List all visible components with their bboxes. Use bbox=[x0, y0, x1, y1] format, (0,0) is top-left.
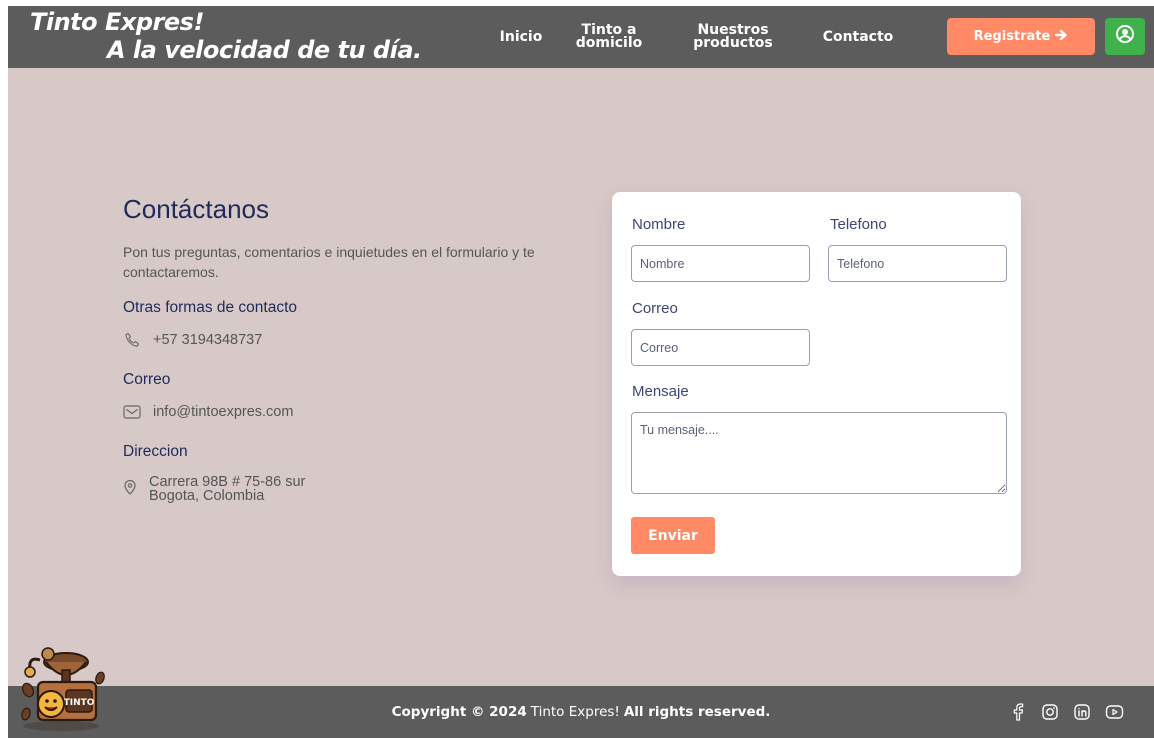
contact-info: Contáctanos Pon tus preguntas, comentari… bbox=[123, 194, 543, 503]
phone-number: +57 3194348737 bbox=[153, 332, 263, 348]
email-address: info@tintoexpres.com bbox=[153, 404, 294, 420]
address-line: Bogota, Colombia bbox=[149, 488, 265, 504]
nav-item-label: productos bbox=[693, 35, 773, 51]
youtube-icon[interactable] bbox=[1104, 702, 1124, 722]
facebook-icon[interactable] bbox=[1008, 702, 1028, 722]
phone-input[interactable] bbox=[828, 245, 1007, 282]
nav-item-label: Contacto bbox=[822, 28, 894, 45]
email-heading: Correo bbox=[123, 371, 171, 388]
submit-button[interactable]: Enviar bbox=[631, 517, 715, 554]
message-label: Mensaje bbox=[632, 383, 689, 400]
nav-item-contacto[interactable]: Contacto bbox=[816, 6, 900, 68]
address-heading: Direccion bbox=[123, 443, 188, 460]
name-label: Nombre bbox=[632, 216, 686, 233]
map-pin-icon bbox=[123, 475, 137, 503]
email-input[interactable] bbox=[631, 329, 810, 366]
user-account-button[interactable] bbox=[1105, 18, 1145, 55]
nav-item-nuestros-productos[interactable]: Nuestros productos bbox=[690, 6, 776, 68]
register-label: Registrate bbox=[973, 29, 1051, 44]
linkedin-icon[interactable] bbox=[1072, 702, 1092, 722]
mascot-label: TINTO bbox=[64, 698, 95, 708]
email-label: Correo bbox=[632, 300, 678, 317]
arrow-right-icon bbox=[1055, 29, 1068, 45]
copyright-text: Copyright © 2024 Tinto Expres! All right… bbox=[8, 686, 1154, 738]
nav-item-inicio[interactable]: Inicio bbox=[495, 6, 547, 68]
instagram-icon[interactable] bbox=[1040, 702, 1060, 722]
address-line: Carrera 98B # 75-86 sur bbox=[149, 474, 306, 490]
contact-description: Pon tus preguntas, comentarios e inquiet… bbox=[123, 244, 535, 280]
message-textarea[interactable] bbox=[631, 412, 1007, 494]
page: Tinto Expres! A la velocidad de tu día. … bbox=[8, 6, 1154, 738]
copyright-brand: Tinto Expres! bbox=[530, 704, 620, 720]
address-text: Carrera 98B # 75-86 sur Bogota, Colombia bbox=[149, 474, 306, 504]
mascot-logo: TINTO bbox=[16, 640, 106, 732]
phone-label: Telefono bbox=[830, 216, 887, 233]
page-title: Contáctanos bbox=[123, 194, 269, 224]
address-row: Carrera 98B # 75-86 sur Bogota, Colombia bbox=[123, 475, 543, 503]
mail-icon bbox=[123, 403, 141, 421]
phone-icon bbox=[123, 331, 141, 349]
nav-item-label: Inicio bbox=[499, 28, 543, 45]
social-links bbox=[1008, 686, 1124, 738]
copyright-suffix: All rights reserved. bbox=[623, 704, 771, 720]
contact-form: Nombre Telefono Correo Mensaje Enviar bbox=[612, 192, 1021, 576]
name-input[interactable] bbox=[631, 245, 810, 282]
nav-item-tinto-a-domicilio[interactable]: Tinto a domicilo bbox=[574, 6, 644, 68]
user-circle-icon bbox=[1115, 24, 1135, 49]
register-button[interactable]: Registrate bbox=[947, 18, 1095, 55]
header: Tinto Expres! A la velocidad de tu día. … bbox=[8, 6, 1154, 68]
other-contact-heading: Otras formas de contacto bbox=[123, 299, 298, 316]
phone-row: +57 3194348737 bbox=[123, 331, 543, 349]
copyright-prefix: Copyright © 2024 bbox=[391, 704, 527, 720]
footer: Copyright © 2024 Tinto Expres! All right… bbox=[8, 686, 1154, 738]
nav-item-label: domicilo bbox=[575, 35, 643, 51]
email-row: info@tintoexpres.com bbox=[123, 403, 543, 421]
